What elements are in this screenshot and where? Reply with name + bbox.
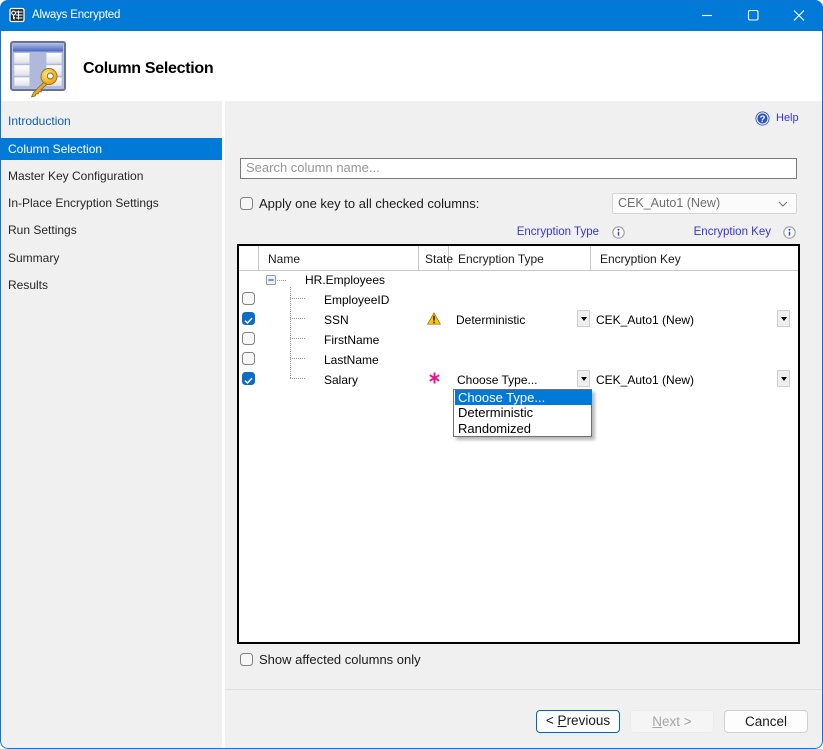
svg-text:?: ? <box>760 114 766 125</box>
